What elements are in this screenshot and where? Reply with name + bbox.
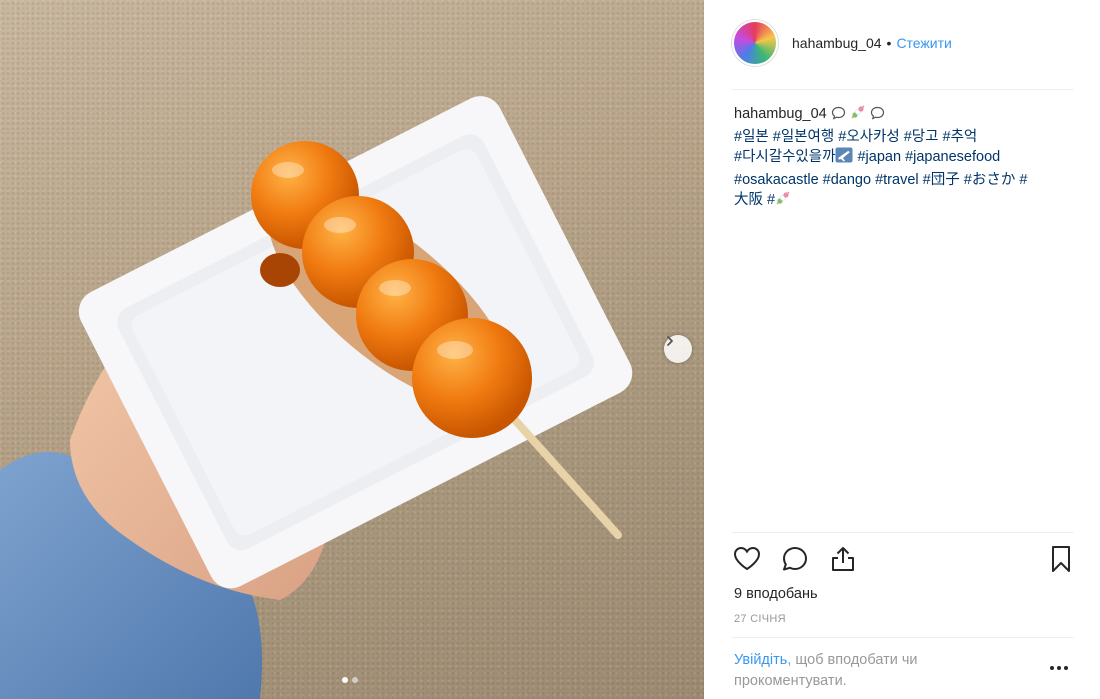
hashtag-link[interactable]: #travel xyxy=(875,172,919,188)
hashtag-link[interactable]: #당고 xyxy=(904,129,939,145)
comment-icon xyxy=(783,547,807,571)
chevron-right-icon xyxy=(667,336,673,346)
post-caption: hahambug_04 #일본 #일본여행 #오사카성 #당고 #추억 #다시갈… xyxy=(734,104,1064,213)
bookmark-icon xyxy=(1052,546,1070,572)
comment-button[interactable] xyxy=(780,544,810,574)
more-options-icon xyxy=(1064,666,1068,670)
footer-divider xyxy=(732,637,1074,638)
hashtag-link[interactable]: #일본 xyxy=(734,129,769,145)
hashtag-link[interactable]: #오사카성 xyxy=(838,129,899,145)
login-link[interactable]: Увійдіть xyxy=(734,652,787,668)
header-separator: • xyxy=(886,35,892,51)
login-prompt: Увійдіть, щоб вподобати чи прокоментуват… xyxy=(734,650,1024,691)
hashtag-link[interactable]: #japan xyxy=(857,149,901,165)
speech-bubble-icon xyxy=(831,106,846,127)
share-button[interactable] xyxy=(828,544,858,574)
save-button[interactable] xyxy=(1046,544,1076,574)
likes-count[interactable]: 9 вподобань xyxy=(734,586,818,602)
hashtag-link[interactable]: #おさか xyxy=(964,172,1016,188)
caption-username[interactable]: hahambug_04 xyxy=(734,106,827,122)
heart-icon xyxy=(733,546,761,571)
avatar[interactable] xyxy=(732,20,778,66)
post-side-panel: hahambug_04 • Стежити hahambug_04 #일본 #일… xyxy=(704,0,1100,699)
dango-emoji-icon xyxy=(850,104,866,127)
follow-button[interactable]: Стежити xyxy=(896,35,951,51)
hashtag-link[interactable]: #osakacastle xyxy=(734,172,819,188)
hashtag-link[interactable]: #추억 xyxy=(943,129,978,145)
dango-emoji-icon xyxy=(775,190,791,213)
hashtag-link[interactable]: #일본여행 xyxy=(773,129,834,145)
hashtag-link[interactable]: #団子 xyxy=(923,172,960,188)
hashtag-link[interactable]: # xyxy=(1019,172,1027,188)
post-actions xyxy=(732,544,1076,578)
speech-bubble-icon xyxy=(870,106,885,127)
carousel-dot xyxy=(352,677,358,683)
more-options-icon xyxy=(1050,666,1054,670)
actions-divider xyxy=(732,532,1074,533)
airplane-emoji-icon xyxy=(835,147,853,170)
hashtag-link[interactable]: #japanesefood xyxy=(905,149,1000,165)
hashtag-link[interactable]: # xyxy=(767,192,775,208)
header-username[interactable]: hahambug_04 xyxy=(792,35,882,51)
hashtag-link[interactable]: #다시갈수있을까 xyxy=(734,149,835,165)
share-icon xyxy=(832,547,854,571)
post-date: 27 СІЧНЯ xyxy=(734,613,786,625)
post-header: hahambug_04 • Стежити xyxy=(732,18,952,68)
more-options-icon xyxy=(1057,666,1061,670)
hashtag-link[interactable]: #dango xyxy=(823,172,871,188)
more-options-button[interactable] xyxy=(1050,663,1074,673)
carousel-next-button[interactable] xyxy=(664,335,692,363)
header-divider xyxy=(732,89,1074,90)
hashtag-link[interactable]: 大阪 xyxy=(734,192,763,208)
carousel-dot xyxy=(342,677,348,683)
post-photo[interactable] xyxy=(0,0,704,699)
carousel-indicator xyxy=(342,677,358,683)
dango-photo-illustration xyxy=(0,96,633,699)
like-button[interactable] xyxy=(732,544,762,574)
